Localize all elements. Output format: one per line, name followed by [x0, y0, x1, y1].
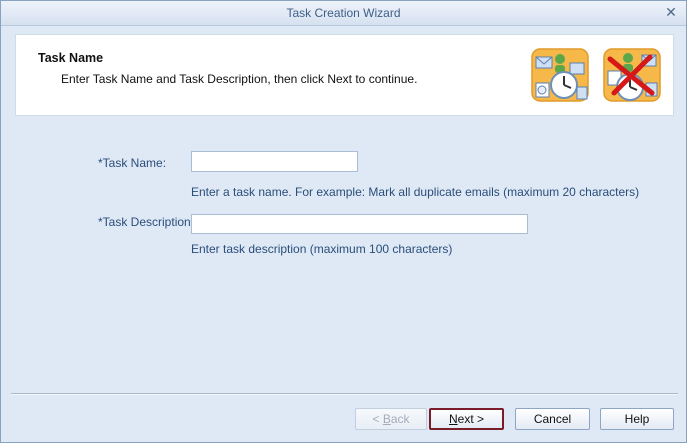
- close-icon[interactable]: ✕: [664, 5, 678, 19]
- back-button-mnemonic: B: [382, 412, 391, 426]
- next-button-mnemonic: N: [448, 412, 458, 426]
- mail-clock-icon: [531, 48, 589, 102]
- task-description-hint: Enter task description (maximum 100 char…: [191, 242, 453, 256]
- window-title: Task Creation Wizard: [286, 6, 401, 20]
- task-name-label: *Task Name:: [98, 156, 167, 170]
- task-description-label: *Task Description:: [98, 215, 195, 229]
- title-bar[interactable]: Task Creation Wizard ✕: [1, 1, 686, 26]
- back-button-prefix: <: [372, 412, 383, 426]
- back-button-rest: ack: [390, 412, 410, 426]
- next-button[interactable]: Next >: [429, 408, 504, 430]
- page-title: Task Name: [38, 51, 104, 65]
- wizard-window: Task Creation Wizard ✕ Task Name Enter T…: [0, 0, 687, 443]
- task-name-hint: Enter a task name. For example: Mark all…: [191, 185, 640, 199]
- cancel-button[interactable]: Cancel: [515, 408, 590, 430]
- wizard-header: Task Name Enter Task Name and Task Descr…: [15, 34, 674, 116]
- task-description-input[interactable]: [191, 214, 528, 234]
- next-button-rest: ext >: [457, 412, 485, 426]
- mail-clock-cancel-icon: [603, 48, 661, 102]
- page-subtitle: Enter Task Name and Task Description, th…: [61, 72, 418, 86]
- button-divider: [11, 393, 678, 395]
- task-name-input[interactable]: [191, 151, 358, 172]
- help-button[interactable]: Help: [600, 408, 674, 430]
- back-button[interactable]: < Back: [355, 408, 427, 430]
